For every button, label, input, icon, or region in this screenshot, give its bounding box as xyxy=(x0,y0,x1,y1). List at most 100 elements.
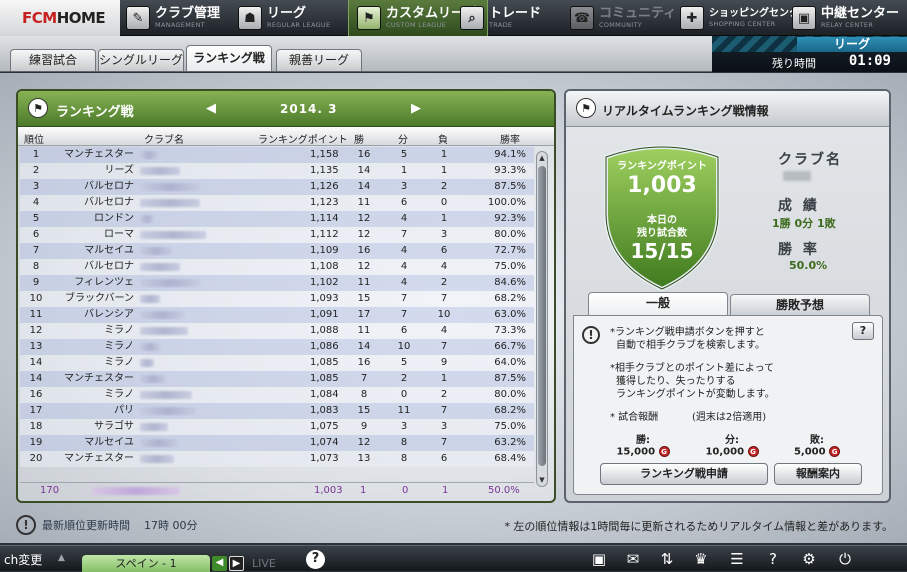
col-points: ランキングポイント xyxy=(258,135,348,146)
table-row[interactable]: 18 サラゴサ 1,075 9 3 3 75.0% xyxy=(20,419,534,435)
club-name-masked xyxy=(140,263,180,271)
table-row[interactable]: 12 ミラノ 1,088 11 6 4 73.3% xyxy=(20,323,534,339)
player-icon: ☗ xyxy=(238,6,262,30)
cell-rank: 11 xyxy=(29,309,43,320)
tab-general[interactable]: 一般 xyxy=(588,292,728,316)
cell-win-rate: 73.3% xyxy=(494,325,526,336)
my-rank: 170 xyxy=(40,485,60,496)
cell-wins: 16 xyxy=(357,149,371,160)
coin-icon: G xyxy=(747,446,759,457)
club-name-masked xyxy=(140,343,160,351)
cell-losses: 1 xyxy=(440,165,448,176)
cell-club-city: マンチェスター xyxy=(64,453,134,464)
tab-prediction[interactable]: 勝敗予想 xyxy=(730,294,870,316)
cell-club-city: ミラノ xyxy=(104,357,134,368)
tab-ranking-match[interactable]: ランキング戦 xyxy=(186,45,272,71)
tab-friendly-league[interactable]: 親善リーグ xyxy=(276,49,362,71)
cell-losses: 2 xyxy=(440,277,448,288)
reward-win-value: 15,000 xyxy=(616,446,656,458)
transfer-icon[interactable]: ⇅ xyxy=(656,549,678,569)
club-name-label: クラブ名 xyxy=(778,152,842,168)
nav-trade[interactable]: ⌕ トレード TRADE xyxy=(460,3,541,33)
table-row[interactable]: 1 マンチェスター 1,158 16 5 1 94.1% xyxy=(20,147,534,163)
table-row[interactable]: 7 マルセイユ 1,109 16 4 6 72.7% xyxy=(20,243,534,259)
chat-icon[interactable]: ☰ xyxy=(726,549,748,569)
table-row[interactable]: 4 バルセロナ 1,123 11 6 0 100.0% xyxy=(20,195,534,211)
table-row[interactable]: 2 リーズ 1,135 14 1 1 93.3% xyxy=(20,163,534,179)
help-button[interactable]: ? xyxy=(852,322,874,340)
league-next-button[interactable]: ▶ xyxy=(229,556,244,571)
scroll-thumb[interactable] xyxy=(538,166,546,466)
table-row[interactable]: 9 フィレンツェ 1,102 11 4 2 84.6% xyxy=(20,275,534,291)
reward-loss: 敗: 5,000 G xyxy=(782,431,852,458)
exclamation-icon: ! xyxy=(16,515,36,535)
help-book-icon[interactable]: ? xyxy=(762,549,784,569)
club-name-masked xyxy=(140,279,200,287)
cell-losses: 3 xyxy=(440,229,448,240)
cell-win-rate: 66.7% xyxy=(494,341,526,352)
cell-points: 1,085 xyxy=(310,373,339,384)
club-name-masked xyxy=(140,247,172,255)
nav-shopping-center[interactable]: ✚ ショッピングセンター SHOPPING CENTER xyxy=(680,3,809,33)
gear-icon[interactable]: ⚙ xyxy=(798,549,820,569)
cell-rank: 8 xyxy=(32,261,40,272)
apply-ranking-match-button[interactable]: ランキング戦申請 xyxy=(600,463,768,485)
flag-icon: ⚑ xyxy=(28,98,48,118)
cell-rank: 6 xyxy=(32,229,40,240)
ranking-note: * 左の順位情報は1時間毎に更新されるためリアルタイム情報と差があります。 xyxy=(504,520,893,533)
power-icon[interactable]: ⏻ xyxy=(834,549,856,569)
profile-icon[interactable]: ▣ xyxy=(588,549,610,569)
table-row[interactable]: 19 マルセイユ 1,074 12 8 7 63.2% xyxy=(20,435,534,451)
col-club: クラブ名 xyxy=(144,135,184,146)
cell-draws: 4 xyxy=(400,213,408,224)
cell-rank: 1 xyxy=(32,149,40,160)
league-select[interactable]: スペイン - 1 xyxy=(82,555,210,572)
nav-regular-league[interactable]: ☗ リーグ REGULAR LEAGUE xyxy=(238,3,330,33)
reward-info-button[interactable]: 報酬案内 xyxy=(774,463,862,485)
help-icon[interactable]: ? xyxy=(306,550,325,569)
live-button[interactable]: LIVE xyxy=(252,557,276,570)
table-row[interactable]: 6 ローマ 1,112 12 7 3 80.0% xyxy=(20,227,534,243)
nav-management[interactable]: ✎ クラブ管理 MANAGEMENT xyxy=(126,3,220,33)
table-row[interactable]: 14 マンチェスター 1,085 7 2 1 87.5% xyxy=(20,371,534,387)
table-row[interactable]: 13 ミラノ 1,086 14 10 7 66.7% xyxy=(20,339,534,355)
table-row[interactable]: 10 ブラックバーン 1,093 15 7 7 68.2% xyxy=(20,291,534,307)
coin-icon: G xyxy=(658,446,670,457)
nav-community[interactable]: ☎ コミュニティ COMMUNITY xyxy=(570,3,676,33)
ranking-rows: 1 マンチェスター 1,158 16 5 1 94.1% 2 リーズ 1,135 14 1 1 93.3%… xyxy=(20,147,534,467)
table-row[interactable]: 8 バルセロナ 1,108 12 4 4 75.0% xyxy=(20,259,534,275)
tab-single-league[interactable]: シングルリーグ xyxy=(98,49,184,71)
tab-practice-match[interactable]: 練習試合 xyxy=(10,49,96,71)
cell-points: 1,074 xyxy=(310,437,339,448)
ranking-panel: ⚑ ランキング戦 ◀ 2014. 3 ▶ 順位 クラブ名 ランキングポイント 勝… xyxy=(16,89,556,503)
table-row[interactable]: 20 マンチェスター 1,073 13 8 6 68.4% xyxy=(20,451,534,467)
mail-icon[interactable]: ✉ xyxy=(622,549,644,569)
table-row[interactable]: 17 パリ 1,083 15 11 7 68.2% xyxy=(20,403,534,419)
table-row[interactable]: 16 ミラノ 1,084 8 0 2 80.0% xyxy=(20,387,534,403)
table-row[interactable]: 14 ミラノ 1,085 16 5 9 64.0% xyxy=(20,355,534,371)
league-prev-button[interactable]: ◀ xyxy=(212,556,227,571)
prev-month-button[interactable]: ◀ xyxy=(206,101,216,116)
ranking-scrollbar[interactable]: ▲ ▼ xyxy=(536,151,548,487)
cell-points: 1,108 xyxy=(310,261,339,272)
reward-win-label: 勝: xyxy=(636,435,650,446)
general-info-box: ! ? *ランキング戦申請ボタンを押すと 自動で相手クラブを検索します。 *相手… xyxy=(573,315,883,495)
cell-rank: 10 xyxy=(29,293,43,304)
trophy-icon[interactable]: ♛ xyxy=(690,549,712,569)
cell-points: 1,085 xyxy=(310,357,339,368)
table-row[interactable]: 5 ロンドン 1,114 12 4 1 92.3% xyxy=(20,211,534,227)
table-row[interactable]: 11 バレンシア 1,091 17 7 10 63.0% xyxy=(20,307,534,323)
cell-rank: 17 xyxy=(29,405,43,416)
nav-relay-center[interactable]: ▣ 中継センター RELAY CENTER xyxy=(792,3,899,33)
cell-draws: 8 xyxy=(400,437,408,448)
scroll-up-icon[interactable]: ▲ xyxy=(537,152,547,164)
chevron-up-icon[interactable]: ▲ xyxy=(58,553,65,563)
club-name-masked xyxy=(140,167,180,175)
scroll-down-icon[interactable]: ▼ xyxy=(537,474,547,486)
next-month-button[interactable]: ▶ xyxy=(411,101,421,116)
cell-rank: 16 xyxy=(29,389,43,400)
channel-change-button[interactable]: ch変更 xyxy=(4,551,42,568)
fcm-home-logo[interactable]: FCMHOME xyxy=(0,0,120,36)
table-row[interactable]: 3 バルセロナ 1,126 14 3 2 87.5% xyxy=(20,179,534,195)
cell-losses: 6 xyxy=(440,245,448,256)
